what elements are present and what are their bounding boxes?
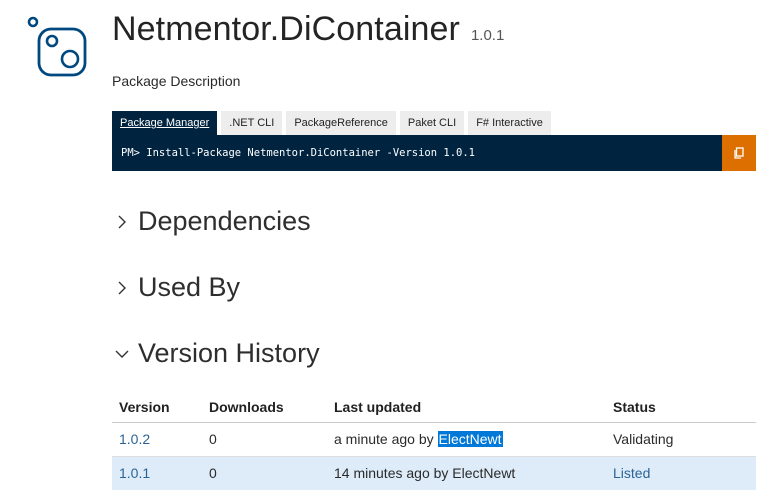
tab-package-manager[interactable]: Package Manager xyxy=(112,111,218,135)
tab-package-reference[interactable]: PackageReference xyxy=(286,111,396,135)
status-link[interactable]: Listed xyxy=(613,465,650,481)
version-history-section-header[interactable]: Version History xyxy=(114,338,320,369)
header-downloads: Downloads xyxy=(202,392,327,423)
version-link[interactable]: 1.0.2 xyxy=(119,431,150,447)
dependencies-section-header[interactable]: Dependencies xyxy=(114,206,311,237)
copy-icon xyxy=(734,147,744,159)
chevron-down-icon xyxy=(115,350,129,358)
table-header-row: Version Downloads Last updated Status xyxy=(112,392,756,423)
header-last-updated: Last updated xyxy=(327,392,606,423)
last-updated-cell: a minute ago by ElectNewt xyxy=(327,422,606,457)
status-cell: Validating xyxy=(606,422,756,457)
header-status: Status xyxy=(606,392,756,423)
tab-dotnet-cli[interactable]: .NET CLI xyxy=(221,111,283,135)
used-by-section-header[interactable]: Used By xyxy=(114,272,240,303)
tab-fsharp-interactive[interactable]: F# Interactive xyxy=(468,111,551,135)
version-link[interactable]: 1.0.1 xyxy=(119,465,150,481)
table-row: 1.0.2 0 a minute ago by ElectNewt Valida… xyxy=(112,422,756,457)
package-version: 1.0.1 xyxy=(470,27,505,44)
install-tabs: Package Manager .NET CLI PackageReferenc… xyxy=(112,111,555,135)
version-history-heading: Version History xyxy=(138,338,320,368)
version-history-table: Version Downloads Last updated Status 1.… xyxy=(112,392,756,490)
updated-time: a minute ago by xyxy=(334,431,438,447)
dependencies-heading: Dependencies xyxy=(138,206,311,236)
tab-paket-cli[interactable]: Paket CLI xyxy=(399,111,465,135)
copy-button[interactable] xyxy=(722,135,756,171)
downloads-cell: 0 xyxy=(202,456,327,490)
table-row: 1.0.1 0 14 minutes ago by ElectNewt List… xyxy=(112,456,756,490)
downloads-cell: 0 xyxy=(202,422,327,457)
chevron-right-icon xyxy=(118,281,126,294)
last-updated-cell: 14 minutes ago by ElectNewt xyxy=(327,456,606,490)
package-description: Package Description xyxy=(112,73,241,89)
package-title-row: Netmentor.DiContainer 1.0.1 xyxy=(112,10,504,49)
install-command[interactable]: PM> Install-Package Netmentor.DiContaine… xyxy=(121,135,475,171)
install-command-bar: PM> Install-Package Netmentor.DiContaine… xyxy=(112,135,756,171)
package-title: Netmentor.DiContainer xyxy=(112,10,460,48)
chevron-right-icon xyxy=(118,215,126,228)
updated-time: 14 minutes ago by xyxy=(334,465,453,482)
used-by-heading: Used By xyxy=(138,272,241,302)
header-version: Version xyxy=(112,392,202,423)
package-logo-icon xyxy=(27,16,87,77)
author-name: ElectNewt xyxy=(437,431,503,447)
author-name: ElectNewt xyxy=(452,465,516,482)
